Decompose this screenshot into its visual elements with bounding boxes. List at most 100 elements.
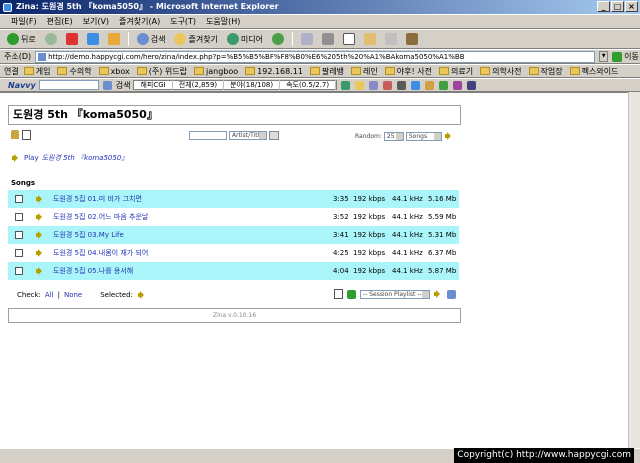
song-size: 5.59 Mb — [428, 213, 457, 221]
mail-button[interactable] — [298, 33, 316, 45]
check-none-link[interactable]: None — [64, 291, 82, 299]
paint-icon[interactable] — [453, 80, 463, 90]
research-button[interactable] — [403, 33, 421, 45]
song-title[interactable]: 도원경 5집 05.나를 용서해 — [53, 266, 313, 276]
search-go-button[interactable] — [269, 131, 279, 140]
print-button[interactable] — [319, 33, 337, 45]
song-bitrate: 192 kbps — [353, 267, 386, 275]
close-button[interactable]: × — [625, 1, 638, 12]
menu-file[interactable]: 파일(F) — [6, 16, 42, 27]
tool-icon[interactable] — [397, 80, 407, 90]
lock-icon[interactable] — [11, 130, 19, 139]
link-item[interactable]: xbox — [97, 67, 132, 76]
playlist-speaker-icon[interactable] — [433, 289, 443, 299]
song-checkbox[interactable] — [15, 231, 23, 239]
navvy-logo[interactable]: Navvy — [8, 81, 36, 90]
navvy-search-button[interactable]: 검색 — [116, 80, 131, 91]
forward-button[interactable] — [42, 33, 60, 45]
search-type-select[interactable]: Artist/Title — [229, 131, 267, 140]
bookmark-icon[interactable] — [383, 80, 393, 90]
play-selected-speaker-icon[interactable] — [137, 290, 147, 300]
song-duration: 4:25 — [333, 249, 349, 257]
mail-icon[interactable] — [369, 80, 379, 90]
go-button[interactable]: 이동 — [612, 51, 639, 62]
song-row: 도원경 5집 05.나를 용서해 4:04 192 kbps 44.1 kHz … — [8, 262, 459, 280]
link-item[interactable]: (주) 위드랍 — [135, 66, 189, 77]
back-button[interactable]: 뒤로 — [4, 33, 39, 45]
stop-button[interactable] — [63, 33, 81, 45]
menu-favorites[interactable]: 즐겨찾기(A) — [114, 16, 165, 27]
toolbar-separator — [127, 32, 129, 46]
pen-icon[interactable] — [425, 80, 435, 90]
link-item[interactable]: 야후! 사전 — [383, 66, 434, 77]
address-bar: 주소(D) http://demo.happycgi.com/hero/zina… — [0, 49, 640, 64]
ie-icon — [3, 3, 12, 12]
link-item[interactable]: 펙스와이드 — [568, 66, 621, 77]
menu-edit[interactable]: 편집(E) — [42, 16, 78, 27]
menu-help[interactable]: 도움말(H) — [201, 16, 245, 27]
song-title[interactable]: 도원경 5집 04.내몸이 재가 되어 — [53, 248, 313, 258]
document-icon[interactable] — [22, 130, 31, 140]
minimize-button[interactable]: _ — [597, 1, 610, 12]
star-icon — [174, 33, 187, 45]
song-frequency: 44.1 kHz — [392, 213, 423, 221]
add-to-playlist-icon[interactable] — [347, 289, 356, 299]
link-item[interactable]: jangboo — [192, 67, 240, 76]
link-item[interactable]: 의료기 — [437, 66, 475, 77]
speaker-icon[interactable] — [35, 194, 45, 204]
address-dropdown-icon[interactable]: ▼ — [599, 51, 609, 62]
song-title[interactable]: 도원경 5집 03.My Life — [53, 230, 313, 240]
link-item[interactable]: 팔레뱅 — [308, 66, 346, 77]
song-title[interactable]: 도원경 5집 01.미 비가 그치면 — [53, 194, 313, 204]
home-button[interactable] — [105, 33, 123, 45]
link-item[interactable]: 게임 — [22, 66, 53, 77]
edit-button[interactable] — [340, 33, 358, 45]
link-item[interactable]: 레인 — [349, 66, 380, 77]
speaker-icon[interactable] — [35, 248, 45, 258]
random-count-select[interactable]: 25 — [383, 131, 404, 141]
search-form: Artist/Title — [189, 131, 279, 140]
leaf-icon[interactable] — [439, 80, 449, 90]
play-album-link[interactable]: Play 도원경 5th 『koma5050』 — [11, 153, 128, 163]
history-button[interactable] — [269, 33, 287, 45]
media-button[interactable]: 미디어 — [224, 33, 266, 45]
search-button[interactable]: 검색 — [134, 33, 169, 45]
settings-icon[interactable] — [467, 80, 477, 90]
toolbar-separator — [292, 32, 294, 46]
menu-tools[interactable]: 도구(T) — [165, 16, 201, 27]
song-frequency: 44.1 kHz — [392, 267, 423, 275]
link-item[interactable]: 작업장 — [527, 66, 565, 77]
random-play-speaker-icon[interactable] — [444, 131, 454, 141]
search-input[interactable] — [189, 131, 227, 140]
speaker-icon[interactable] — [35, 212, 45, 222]
speaker-icon[interactable] — [35, 266, 45, 276]
refresh-icon[interactable] — [341, 80, 351, 90]
song-checkbox[interactable] — [15, 195, 23, 203]
speaker-icon[interactable] — [35, 230, 45, 240]
note-icon[interactable] — [355, 80, 365, 90]
messenger-button[interactable] — [382, 33, 400, 45]
address-input[interactable]: http://demo.happycgi.com/hero/zina/index… — [35, 50, 596, 63]
song-checkbox[interactable] — [15, 213, 23, 221]
song-checkbox[interactable] — [15, 267, 23, 275]
menu-view[interactable]: 보기(V) — [78, 16, 114, 27]
maximize-button[interactable]: □ — [611, 1, 624, 12]
link-item[interactable]: 192.168.11 — [243, 67, 305, 76]
globe-icon[interactable] — [411, 80, 421, 90]
link-item[interactable]: 의학사전 — [478, 66, 523, 77]
check-all-link[interactable]: All — [45, 291, 54, 299]
session-playlist-select[interactable]: -- Session Playlist -- — [360, 289, 430, 299]
stat-item: 분야(18/108) — [224, 80, 281, 90]
song-title[interactable]: 도원경 5집 02.어느 마음 추운날 — [53, 212, 313, 222]
favorites-button[interactable]: 즐겨찾기 — [171, 33, 220, 45]
vertical-scrollbar[interactable] — [628, 92, 640, 448]
document-icon[interactable] — [334, 289, 343, 299]
stat-item[interactable]: 해피CGI — [134, 80, 173, 90]
discuss-button[interactable] — [361, 33, 379, 45]
navvy-search-input[interactable] — [38, 80, 99, 90]
link-item[interactable]: 수의학 — [55, 66, 93, 77]
random-type-select[interactable]: Songs — [405, 131, 442, 141]
song-checkbox[interactable] — [15, 249, 23, 257]
search-icon[interactable] — [447, 289, 456, 299]
refresh-button[interactable] — [84, 33, 102, 45]
